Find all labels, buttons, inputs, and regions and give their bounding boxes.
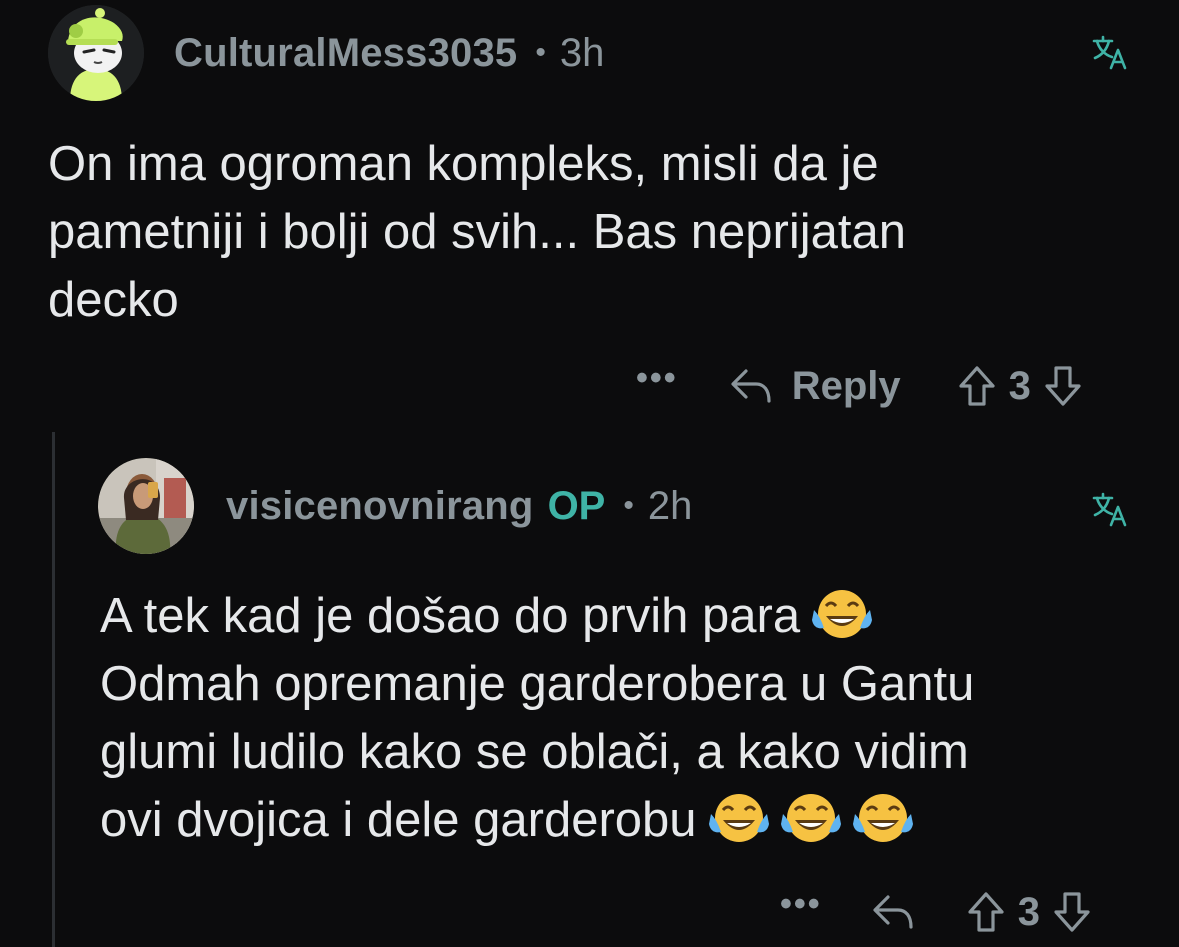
downvote-arrow-icon[interactable] [1043,364,1083,408]
meta-separator: • [623,489,634,522]
author-name[interactable]: visicenovnirang [226,484,534,529]
face-with-tears-of-joy-emoji [812,590,873,638]
comment-body: A tek kad je došao do prvih para Odmah o… [100,582,1160,854]
upvote-arrow-icon[interactable] [957,364,997,408]
face-with-tears-of-joy-emoji [852,794,913,842]
vote-score: 3 [1017,889,1040,934]
comment-body-line-1: A tek kad je došao do prvih para [100,589,801,643]
comment-actions: ••• Reply 3 [636,356,1083,416]
snoo-avatar-icon[interactable] [48,5,144,101]
translate-icon[interactable] [1090,32,1130,72]
comment-header: visicenovnirang OP • 2h [98,458,692,554]
translate-icon[interactable] [1090,489,1130,529]
op-badge: OP [547,483,606,528]
face-with-tears-of-joy-emoji [780,794,841,842]
comment-visicenovnirang: visicenovnirang OP • 2h A tek kad je doš… [0,440,1179,947]
comment-actions: ••• 3 [780,882,1092,942]
comment-body: On ima ogroman kompleks, misli da je pam… [48,137,906,327]
upvote-arrow-icon[interactable] [966,890,1006,934]
reply-arrow-icon[interactable] [870,891,916,933]
author-name[interactable]: CulturalMess3035 [174,31,517,76]
downvote-arrow-icon[interactable] [1052,890,1092,934]
face-with-tears-of-joy-emoji [708,794,769,842]
comment-culturalmess3035: CulturalMess3035 • 3h On ima ogroman kom… [0,0,1179,420]
more-options-button[interactable]: ••• [780,887,822,921]
reply-arrow-icon[interactable] [728,365,774,407]
reply-button[interactable]: Reply [792,364,901,409]
more-options-button[interactable]: ••• [636,361,678,395]
comment-body-rest: Odmah opremanje garderobera u Gantu glum… [100,657,975,847]
user-photo-avatar-icon[interactable] [98,458,194,554]
vote-score: 3 [1008,363,1031,408]
comment-header: CulturalMess3035 • 3h [48,5,604,101]
meta-separator: • [535,36,546,69]
comment-timestamp: 3h [559,30,605,75]
comment-timestamp: 2h [647,483,693,528]
